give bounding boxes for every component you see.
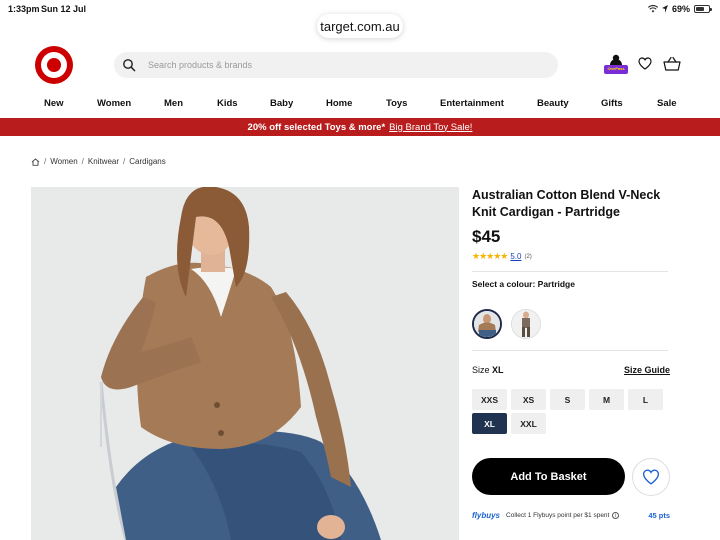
size-button-s[interactable]: S — [550, 389, 585, 410]
breadcrumb-women[interactable]: Women — [50, 157, 77, 166]
size-button-xxs[interactable]: XXS — [472, 389, 507, 410]
nav-item-women[interactable]: Women — [97, 98, 131, 109]
product-rating[interactable]: ★★★★★ 5.0 (2) — [472, 251, 532, 262]
breadcrumb-cardigans[interactable]: Cardigans — [129, 157, 165, 166]
breadcrumb-separator: / — [81, 157, 84, 166]
nav-item-men[interactable]: Men — [164, 98, 183, 109]
nav-item-entertainment[interactable]: Entertainment — [440, 98, 504, 109]
size-label-text: Size — [472, 365, 490, 375]
divider — [472, 271, 668, 272]
product-image[interactable] — [31, 187, 459, 540]
rating-stars-icon: ★★★★★ — [472, 251, 508, 261]
account-onepass-icon[interactable] — [603, 53, 629, 75]
wishlist-icon[interactable] — [638, 57, 652, 70]
promo-link[interactable]: Big Brand Toy Sale! — [389, 122, 472, 133]
status-right: 69% — [647, 4, 712, 14]
onepass-label: OnePass — [607, 66, 625, 71]
nav-item-home[interactable]: Home — [326, 98, 352, 109]
battery-icon — [694, 5, 712, 13]
nav-item-kids[interactable]: Kids — [217, 98, 238, 109]
rating-value[interactable]: 5.0 — [510, 252, 521, 261]
breadcrumb-separator: / — [123, 157, 126, 166]
battery-percent: 69% — [671, 4, 690, 14]
category-nav: New Women Men Kids Baby Home Toys Entert… — [0, 98, 720, 112]
flybuys-points-row: flybuys Collect 1 Flybuys point per $1 s… — [472, 511, 670, 520]
product-price: $45 — [472, 227, 501, 246]
size-button-l[interactable]: L — [628, 389, 663, 410]
promo-text: 20% off selected Toys & more* — [247, 121, 386, 133]
divider — [472, 350, 668, 351]
location-icon — [661, 5, 668, 13]
address-bar-url: target.com.au — [320, 18, 400, 34]
colour-swatch-alternate[interactable] — [511, 309, 541, 339]
promo-banner: 20% off selected Toys & more* Big Brand … — [0, 118, 720, 136]
wifi-icon — [647, 5, 658, 13]
search-bar[interactable] — [114, 52, 558, 78]
size-button-xs[interactable]: XS — [511, 389, 546, 410]
home-icon[interactable] — [31, 157, 40, 166]
nav-item-gifts[interactable]: Gifts — [601, 98, 623, 109]
search-icon[interactable] — [122, 58, 136, 72]
product-photo-illustration — [31, 187, 459, 540]
nav-item-baby[interactable]: Baby — [270, 98, 293, 109]
rating-count: (2) — [524, 253, 532, 260]
flybuys-text: Collect 1 Flybuys point per $1 spent — [506, 512, 610, 519]
colour-label: Select a colour: Partridge — [472, 279, 575, 289]
target-logo[interactable] — [35, 46, 73, 84]
size-guide-link[interactable]: Size Guide — [624, 365, 670, 375]
address-bar[interactable]: target.com.au — [317, 14, 403, 38]
colour-swatch-partridge[interactable] — [472, 309, 502, 339]
info-icon[interactable]: i — [612, 512, 620, 519]
heart-icon — [642, 469, 660, 485]
add-to-basket-button[interactable]: Add To Basket — [472, 458, 625, 495]
flybuys-points: 45 pts — [648, 511, 670, 520]
nav-item-sale[interactable]: Sale — [657, 98, 677, 109]
basket-icon[interactable] — [663, 56, 681, 71]
size-label: Size XL — [472, 365, 504, 375]
breadcrumb-knitwear[interactable]: Knitwear — [88, 157, 119, 166]
nav-item-toys[interactable]: Toys — [386, 98, 407, 109]
status-time: 1:33pm — [8, 4, 40, 14]
size-selected-value: XL — [492, 365, 504, 375]
breadcrumb: / Women / Knitwear / Cardigans — [31, 157, 166, 166]
nav-item-beauty[interactable]: Beauty — [537, 98, 569, 109]
add-to-wishlist-button[interactable] — [632, 458, 670, 496]
size-button-xl[interactable]: XL — [472, 413, 507, 434]
nav-item-new[interactable]: New — [44, 98, 64, 109]
status-date: Sun 12 Jul — [41, 4, 87, 14]
size-button-m[interactable]: M — [589, 389, 624, 410]
breadcrumb-separator: / — [44, 157, 47, 166]
product-title: Australian Cotton Blend V-Neck Knit Card… — [472, 188, 661, 219]
search-input[interactable] — [148, 60, 528, 70]
flybuys-logo: flybuys — [472, 511, 501, 520]
size-button-xxl[interactable]: XXL — [511, 413, 546, 434]
